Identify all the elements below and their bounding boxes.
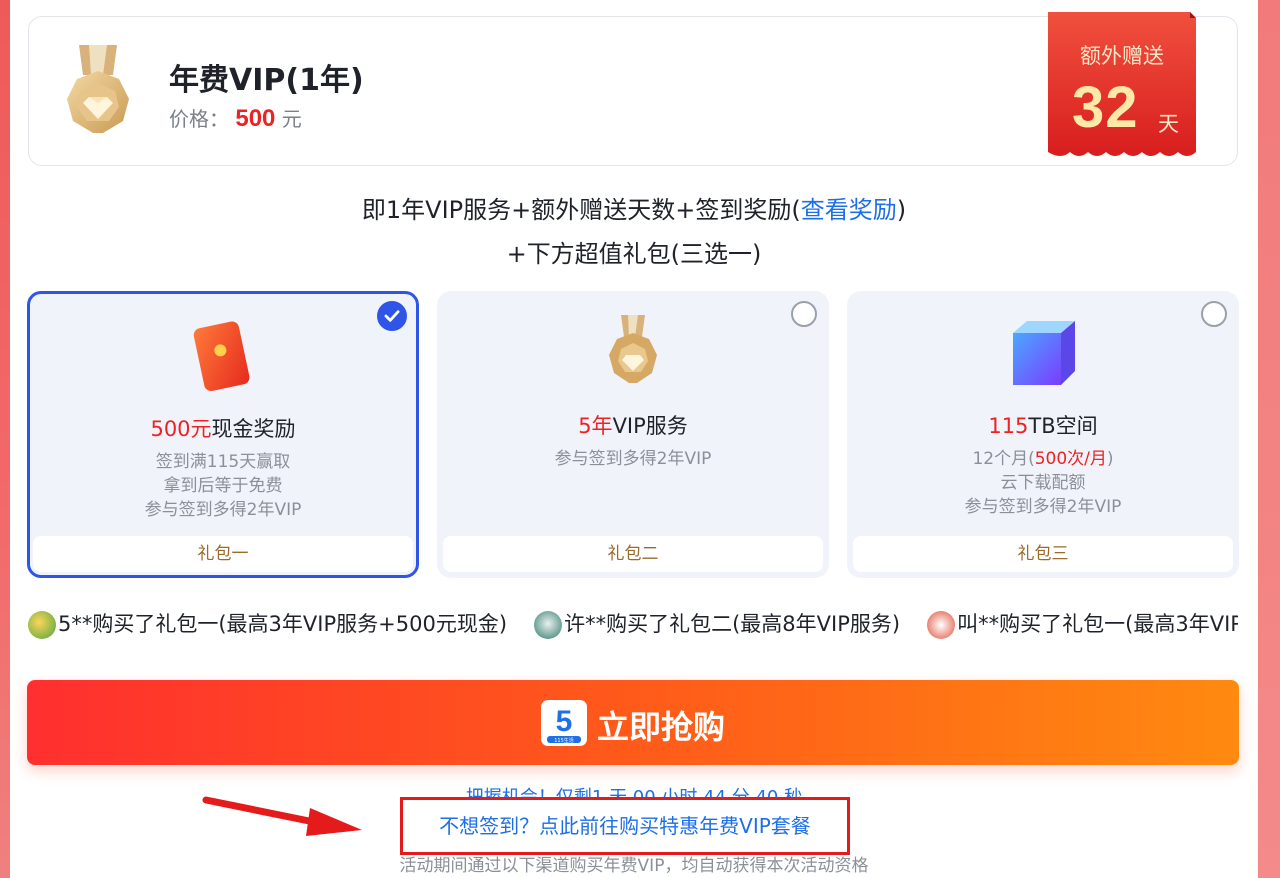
avatar [534,611,563,639]
price-label: 价格： [169,107,229,131]
package-1-name-rest: 现金奖励 [211,417,296,441]
page-background-right [1258,0,1280,878]
package-3-radio[interactable] [1201,301,1227,327]
package-3-name: 115TB空间 [847,410,1239,440]
offer-subtitle: +下方超值礼包(三选一) [506,240,762,268]
ribbon-unit: 天 [1158,112,1179,136]
bonus-days-ribbon: 额外赠送 32 天 [1048,12,1196,164]
offer-description-text: 即1年VIP服务+额外赠送天数+签到奖励( [361,196,801,224]
package-3-quota: 500次/月 [1034,449,1107,469]
package-1-detail: 签到满115天赢取 [155,452,291,472]
ticker-item: 叫**购买了礼包一(最高3年VIP服务+500元现金) [927,608,1238,639]
buy-now-label: 立即抢购 [597,708,726,746]
arrow-annotation-icon [202,796,362,836]
logo-115-icon: 5 115生活 [541,700,587,746]
svg-text:115生活: 115生活 [554,737,574,744]
package-2-radio[interactable] [791,301,817,327]
package-2-name-rest: VIP服务 [612,414,688,438]
package-card-1[interactable]: 500元现金奖励 签到满115天赢取 拿到后等于免费 参与签到多得2年VIP 礼… [27,291,419,578]
ticker-item: 5**购买了礼包一(最高3年VIP服务+500元现金) [28,608,507,639]
offer-description-suffix: ) [896,196,907,224]
package-1-name-highlight: 500元 [150,417,212,441]
svg-text:5: 5 [556,705,573,738]
ribbon-label: 额外赠送 [1080,44,1164,68]
price-row: 价格： 500 元 [169,103,302,133]
package-card-3[interactable]: 115TB空间 12个月(500次/月) 云下载配额 参与签到多得2年VIP 礼… [847,291,1239,578]
package-2-label: 礼包二 [443,536,823,572]
purchase-ticker: 5**购买了礼包一(最高3年VIP服务+500元现金) 许**购买了礼包二(最高… [28,608,1238,646]
offer-description: 即1年VIP服务+额外赠送天数+签到奖励(查看奖励) [0,190,1268,225]
package-2-name-highlight: 5年 [578,414,613,438]
package-3-detail: 12个月(500次/月) [847,447,1239,471]
red-envelope-icon [193,321,250,392]
package-3-name-rest: TB空间 [1028,414,1098,438]
package-1-name: 500元现金奖励 [30,413,416,443]
ticker-text: 许**购买了礼包二(最高8年VIP服务) [564,612,901,636]
buy-now-button[interactable]: 5 115生活 立即抢购 [27,680,1239,765]
package-card-2[interactable]: 5年VIP服务 参与签到多得2年VIP 礼包二 [437,291,829,578]
medal-icon [609,315,657,383]
price-unit: 元 [281,107,302,131]
package-3-detail: 参与签到多得2年VIP [964,497,1122,517]
avatar [927,611,956,639]
plan-title: 年费VIP(1年) [169,63,364,98]
ticker-text: 5**购买了礼包一(最高3年VIP服务+500元现金) [58,612,508,636]
check-icon [384,310,400,322]
package-3-detail: 云下载配额 [1000,473,1086,493]
package-2-details: 参与签到多得2年VIP [437,447,829,471]
package-1-details: 签到满115天赢取 拿到后等于免费 参与签到多得2年VIP [30,450,416,522]
page-background-left [0,0,10,878]
ticker-item: 许**购买了礼包二(最高8年VIP服务) [534,608,900,639]
package-2-detail: 参与签到多得2年VIP [554,449,712,469]
activity-note: 活动期间通过以下渠道购买年费VIP，均自动获得本次活动资格 [399,856,869,876]
ribbon-days: 32 [1072,75,1139,140]
package-3-name-highlight: 115 [988,414,1029,438]
package-1-detail: 参与签到多得2年VIP [144,500,302,520]
view-rewards-link[interactable]: 查看奖励 [801,196,897,224]
package-1-detail: 拿到后等于免费 [163,476,283,496]
avatar [28,611,56,639]
package-3-label: 礼包三 [853,536,1233,572]
package-1-label: 礼包一 [33,536,413,572]
medal-icon [67,45,129,133]
ticker-text: 叫**购买了礼包一(最高3年VIP服务+500元现金) [957,612,1238,636]
buy-annual-vip-link[interactable]: 不想签到？点此前往购买特惠年费VIP套餐 [400,797,850,855]
package-1-radio-checked[interactable] [377,301,407,331]
package-3-quota-prefix: 12个月( [972,449,1035,469]
package-3-details: 12个月(500次/月) 云下载配额 参与签到多得2年VIP [847,447,1239,519]
package-3-quota-suffix: ) [1106,449,1114,469]
price-value: 500 [235,105,276,132]
cube-icon [1013,321,1075,385]
package-2-name: 5年VIP服务 [437,410,829,440]
